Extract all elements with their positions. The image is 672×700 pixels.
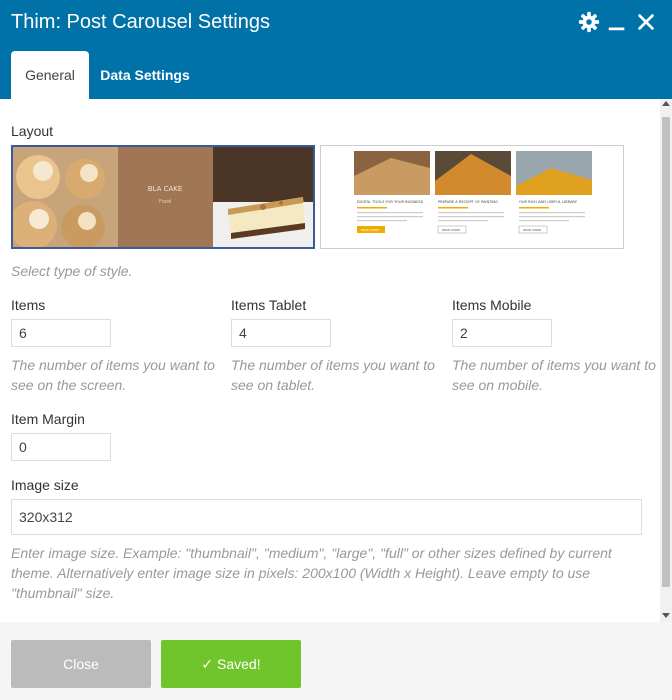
card-3-button: READ MORE	[523, 228, 541, 232]
layout-help: Select type of style.	[11, 263, 133, 279]
vertical-scrollbar[interactable]	[660, 99, 672, 622]
scroll-down-arrow-icon[interactable]	[662, 613, 670, 618]
image-size-input[interactable]: 320x312	[11, 499, 642, 535]
layout-option-style-1[interactable]: BLA CAKE Food	[11, 145, 315, 249]
tab-data-settings[interactable]: Data Settings	[89, 51, 201, 99]
items-label: Items	[11, 297, 46, 313]
minimize-icon[interactable]	[606, 11, 628, 33]
food-caption-title: BLA CAKE	[148, 185, 183, 193]
dialog-footer: Close ✓ Saved!	[0, 622, 672, 700]
item-margin-input[interactable]: 0	[11, 433, 111, 461]
card-2-button: READ MORE	[442, 228, 460, 232]
card-1-title: DIGITAL TOOLS FOR YOUR BUSINESS	[357, 200, 424, 204]
cards-carousel-preview-image: DIGITAL TOOLS FOR YOUR BUSINESS PREPARE …	[321, 146, 623, 248]
scroll-up-arrow-icon[interactable]	[662, 101, 670, 106]
close-button[interactable]: Close	[11, 640, 151, 688]
saved-label: Saved!	[217, 656, 261, 672]
items-mobile-input[interactable]: 2	[452, 319, 552, 347]
checkmark-icon: ✓	[201, 656, 218, 672]
card-1-button: READ MORE	[361, 228, 379, 232]
items-help: The number of items you want to see on t…	[11, 357, 215, 393]
scrollbar-thumb[interactable]	[662, 117, 670, 587]
food-carousel-preview-image: BLA CAKE Food	[13, 147, 313, 247]
food-caption-sub: Food	[159, 199, 171, 205]
items-mobile-label: Items Mobile	[452, 297, 532, 313]
settings-dialog: Thim: Post Carousel Settings General Dat…	[0, 0, 672, 700]
layout-option-style-2[interactable]: DIGITAL TOOLS FOR YOUR BUSINESS PREPARE …	[320, 145, 624, 249]
dialog-header: Thim: Post Carousel Settings General Dat…	[0, 0, 672, 99]
settings-content: Layout BLA CAKE Food DIGITAL TOOLS FOR Y…	[0, 99, 660, 622]
items-input[interactable]: 6	[11, 319, 111, 347]
tab-general[interactable]: General	[11, 51, 89, 99]
gear-icon[interactable]	[578, 11, 600, 33]
close-icon[interactable]	[635, 11, 657, 33]
card-3-title: OUR RICH AND USEFUL LIBRARY	[519, 200, 578, 204]
image-size-help: Enter image size. Example: "thumbnail", …	[11, 545, 612, 601]
saved-button[interactable]: ✓ Saved!	[161, 640, 301, 688]
card-2-title: PREPARE A RECEIPT OF PAINTING	[438, 200, 498, 204]
dialog-title: Thim: Post Carousel Settings	[11, 11, 270, 33]
layout-label: Layout	[11, 123, 54, 139]
items-mobile-help: The number of items you want to see on m…	[452, 357, 656, 393]
item-margin-label: Item Margin	[11, 411, 85, 427]
items-tablet-label: Items Tablet	[231, 297, 307, 313]
items-tablet-help: The number of items you want to see on t…	[231, 357, 435, 393]
items-tablet-input[interactable]: 4	[231, 319, 331, 347]
image-size-label: Image size	[11, 477, 79, 493]
